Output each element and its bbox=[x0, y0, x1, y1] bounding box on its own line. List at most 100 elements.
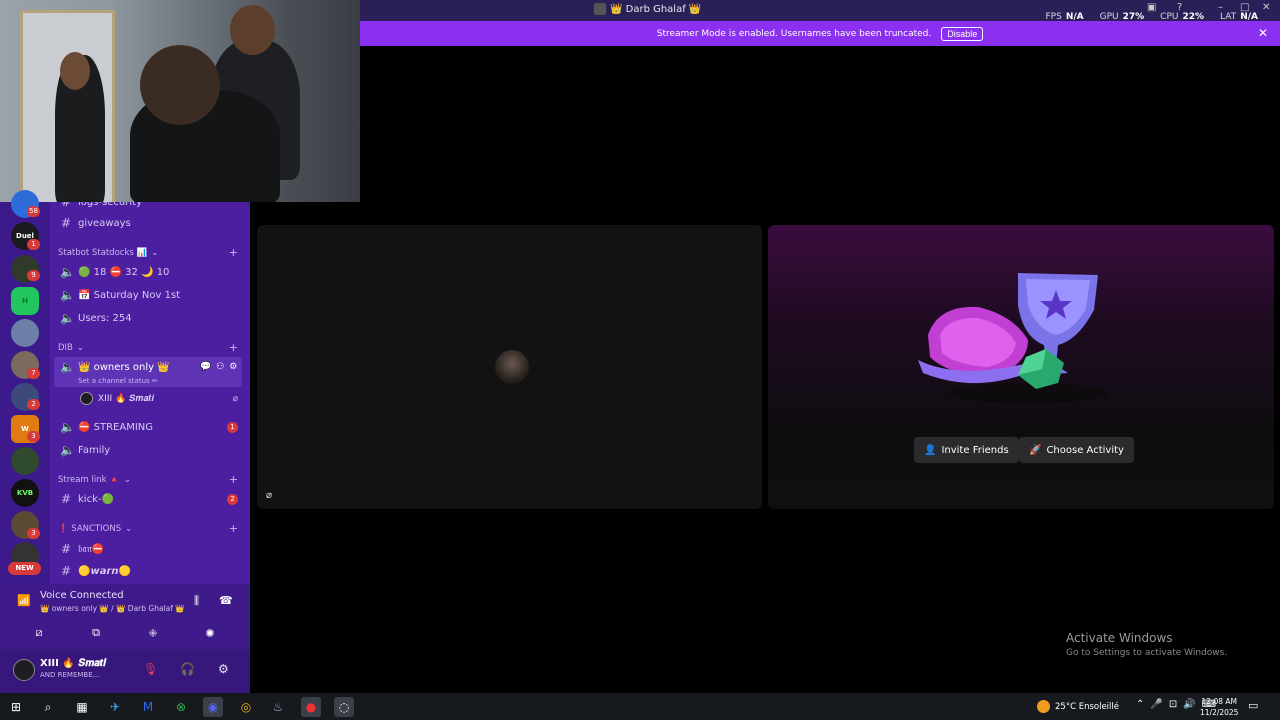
volume-icon[interactable]: 🔊 bbox=[1183, 699, 1195, 710]
activities-button[interactable]: ⁜ bbox=[128, 622, 178, 644]
malwarebytes-icon[interactable]: M bbox=[138, 697, 158, 717]
server-badge: 1 bbox=[27, 239, 40, 250]
set-channel-status[interactable]: Set a channel status ✏ bbox=[78, 377, 158, 385]
category-stream-link[interactable]: Stream link 🔺 ⌄ bbox=[58, 475, 131, 485]
weather-widget[interactable]: 25°C Ensoleillé bbox=[1037, 700, 1119, 713]
channel-warn[interactable]: # 🟡𝙬𝙖𝙧𝙣🟡 bbox=[60, 564, 131, 578]
voice-user-name: XIII 🔥 𝑺𝒎𝒂𝒕𝒊 bbox=[98, 393, 154, 404]
participant-avatar bbox=[495, 350, 529, 384]
maximize-icon[interactable]: □ bbox=[1240, 2, 1249, 13]
trophy-illustration bbox=[918, 273, 1108, 403]
add-channel-icon[interactable]: + bbox=[229, 522, 238, 535]
add-friend-icon: 👤 bbox=[924, 444, 937, 456]
clock-date: 11/2/2025 bbox=[1200, 708, 1239, 717]
category-statbot[interactable]: Statbot Statdocks 📊 ⌄ bbox=[58, 248, 158, 258]
chat-icon[interactable]: 💬 bbox=[200, 362, 211, 372]
chrome-icon[interactable]: ◎ bbox=[236, 697, 256, 717]
category-sanctions[interactable]: ❗ SANCTIONS ⌄ bbox=[58, 524, 132, 534]
network-icon[interactable]: ⊡ bbox=[1169, 699, 1177, 710]
obs-studio-icon[interactable]: ◌ bbox=[334, 697, 354, 717]
channel-date[interactable]: 🔈 📅 Saturday Nov 1st bbox=[60, 288, 180, 302]
server-icon[interactable]: KVB bbox=[11, 479, 39, 507]
microphone-icon[interactable]: 🎤 bbox=[1150, 699, 1162, 710]
close-window-icon[interactable]: ✕ bbox=[1262, 2, 1270, 13]
user-settings-icon[interactable]: ⚙ bbox=[218, 662, 229, 676]
channel-giveaways[interactable]: # giveaways bbox=[60, 216, 131, 230]
signal-icon[interactable]: 📶 bbox=[17, 594, 31, 607]
server-icon[interactable] bbox=[11, 447, 39, 475]
telegram-icon[interactable]: ✈ bbox=[105, 697, 125, 717]
voice-status-channel[interactable]: 👑 owners only 👑 / 👑 Darb Ghalaf 👑 bbox=[40, 604, 185, 613]
server-icon[interactable] bbox=[11, 319, 39, 347]
channel-sidebar: # logs-security # giveaways Statbot Statdo… bbox=[50, 202, 250, 584]
category-dib[interactable]: DIB ⌄ bbox=[58, 343, 84, 353]
mic-muted-icon[interactable]: 🎙 bbox=[143, 662, 158, 676]
channel-kick[interactable]: # kick-🟢 bbox=[60, 492, 114, 506]
choose-activity-button[interactable]: 🚀 Choose Activity bbox=[1019, 437, 1134, 463]
webcam-person-1-head bbox=[60, 52, 90, 90]
chevron-up-icon[interactable]: ⌃ bbox=[1136, 699, 1144, 710]
add-channel-icon[interactable]: + bbox=[229, 246, 238, 259]
inbox-icon[interactable]: ▣ bbox=[1147, 2, 1156, 13]
server-badge: 3 bbox=[27, 431, 40, 442]
rocket-icon: 🚀 bbox=[1029, 444, 1042, 456]
voice-participant-tile[interactable]: ⌀ bbox=[257, 225, 762, 509]
invite-friends-button[interactable]: 👤 Invite Friends bbox=[914, 437, 1019, 463]
streamer-mode-message: Streamer Mode is enabled. Usernames have… bbox=[656, 28, 932, 39]
close-banner-icon[interactable]: ✕ bbox=[1258, 26, 1268, 40]
user-panel: XIII 🔥 𝑺𝒎𝒂𝒕𝒊 AND REMEMBE... 🎙 🎧 ⚙ bbox=[0, 649, 250, 693]
steam-icon[interactable]: ♨ bbox=[268, 697, 288, 717]
channel-logs-security[interactable]: # logs-security bbox=[60, 202, 142, 209]
add-channel-icon[interactable]: + bbox=[229, 341, 238, 354]
camera-off-button[interactable]: ⧄ bbox=[14, 622, 64, 644]
channel-family[interactable]: 🔈 Family bbox=[60, 443, 110, 457]
activate-windows-watermark: Activate Windows Go to Settings to activ… bbox=[1066, 631, 1227, 658]
server-badge: 2 bbox=[27, 399, 40, 410]
mic-muted-icon: ⌀ bbox=[266, 490, 273, 501]
avatar[interactable] bbox=[13, 659, 35, 681]
settings-icon[interactable]: ⚙ bbox=[229, 362, 237, 372]
obs-icon[interactable]: ● bbox=[301, 697, 321, 717]
screen-share-icon: ⧉ bbox=[92, 626, 100, 639]
channel-statbot-counts[interactable]: 🔈 🟢 18 ⛔ 32 🌙 10 bbox=[60, 265, 169, 279]
disconnect-icon[interactable]: ☎ bbox=[219, 594, 233, 607]
headphones-icon[interactable]: 🎧 bbox=[180, 662, 195, 676]
hash-icon: # bbox=[60, 202, 72, 209]
window-title-text: 👑 Darb Ghalaf 👑 bbox=[610, 3, 702, 15]
channel-users[interactable]: 🔈 Users: 254 bbox=[60, 311, 132, 325]
discord-icon[interactable]: ◉ bbox=[203, 697, 223, 717]
soundboard-button[interactable]: ✺ bbox=[185, 622, 235, 644]
hash-icon: # bbox=[60, 542, 72, 556]
channel-owners-only[interactable]: 🔈 👑 owners only 👑 bbox=[60, 360, 170, 374]
channel-ban[interactable]: # 𝔟𝔞𝔫⛔ bbox=[60, 542, 104, 556]
store-icon[interactable]: ▦ bbox=[72, 697, 92, 717]
watermark-subtitle: Go to Settings to activate Windows. bbox=[1066, 648, 1228, 658]
watermark-title: Activate Windows bbox=[1066, 631, 1173, 645]
server-icon[interactable]: H bbox=[11, 287, 39, 315]
user-custom-status: AND REMEMBE... bbox=[40, 671, 100, 679]
hash-icon: # bbox=[60, 216, 72, 230]
xbox-icon[interactable]: ⊗ bbox=[171, 697, 191, 717]
voice-status-title: Voice Connected bbox=[40, 590, 124, 601]
screen-share-button[interactable]: ⧉ bbox=[71, 622, 121, 644]
disable-streamer-mode-button[interactable]: Disable bbox=[941, 26, 984, 41]
minimize-icon[interactable]: – bbox=[1218, 2, 1223, 13]
voice-user[interactable]: XIII 🔥 𝑺𝒎𝒂𝒕𝒊 bbox=[80, 392, 154, 405]
invite-icon[interactable]: ⚇ bbox=[216, 362, 224, 372]
speaker-icon: 🔈 bbox=[60, 443, 75, 457]
noise-suppression-icon[interactable]: ⫼ bbox=[194, 594, 199, 608]
help-icon[interactable]: ? bbox=[1177, 2, 1182, 13]
mic-muted-icon: ⌀ bbox=[232, 394, 238, 404]
window-title: 👑 Darb Ghalaf 👑 bbox=[594, 3, 701, 15]
notification-icon[interactable]: ▭ bbox=[1248, 699, 1258, 712]
clock-time: 12:08 AM bbox=[1201, 697, 1238, 706]
choose-activity-label: Choose Activity bbox=[1046, 444, 1124, 456]
channel-streaming[interactable]: 🔈 ⛔ STREAMING bbox=[60, 420, 153, 434]
activity-tile: 👤 Invite Friends 🚀 Choose Activity bbox=[768, 225, 1274, 509]
search-icon[interactable]: ⌕ bbox=[38, 697, 58, 717]
chevron-down-icon: ⌄ bbox=[76, 343, 85, 353]
start-icon[interactable]: ⊞ bbox=[6, 697, 26, 717]
add-channel-icon[interactable]: + bbox=[229, 473, 238, 486]
clock[interactable]: 12:08 AM 11/2/2025 bbox=[1200, 696, 1238, 718]
new-badge[interactable]: NEW bbox=[8, 562, 41, 575]
